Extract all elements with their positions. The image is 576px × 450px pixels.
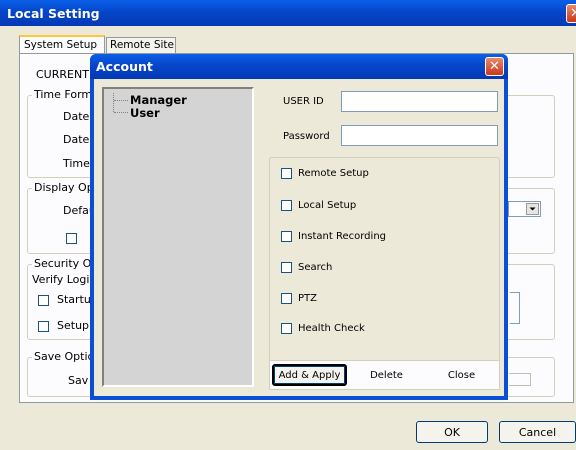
date-label-2: Date — [63, 133, 90, 146]
time-format-label: Time Form — [32, 88, 95, 101]
setup-checkbox[interactable] — [38, 321, 49, 332]
tree-item-user[interactable]: User — [130, 106, 160, 120]
tab-system-setup[interactable]: System Setup — [19, 35, 105, 54]
save-label: Sav — [68, 374, 89, 387]
perm-ptz[interactable]: PTZ — [281, 293, 317, 304]
perm-label: Local Setup — [298, 200, 357, 211]
time-label: Time — [63, 157, 90, 170]
password-label: Password — [283, 131, 330, 142]
dialog-close-icon[interactable]: ✕ — [485, 57, 504, 76]
add-apply-button[interactable]: Add & Apply — [272, 364, 347, 386]
startup-checkbox[interactable] — [38, 295, 49, 306]
window-title: Local Setting — [7, 6, 100, 21]
checkbox[interactable] — [281, 323, 292, 334]
perm-local-setup[interactable]: Local Setup — [281, 200, 356, 211]
security-options-label: Security O — [32, 257, 94, 270]
checkbox[interactable] — [281, 293, 292, 304]
close-icon[interactable]: ✕ — [566, 4, 576, 23]
tree-line-vertical — [113, 93, 114, 112]
user-id-label: USER ID — [283, 96, 324, 107]
checkbox[interactable] — [281, 231, 292, 242]
display-dropdown[interactable] — [508, 201, 541, 217]
date-label-1: Date — [63, 110, 90, 123]
checkbox[interactable] — [281, 262, 292, 273]
checkbox[interactable] — [281, 168, 292, 179]
perm-instant-recording[interactable]: Instant Recording — [281, 231, 386, 242]
dialog-title-bar: Account ✕ — [90, 54, 508, 79]
perm-label: Health Check — [298, 323, 365, 334]
tree-item-manager[interactable]: Manager — [130, 93, 187, 107]
save-slider-track[interactable] — [509, 373, 531, 386]
perm-health-check[interactable]: Health Check — [281, 323, 365, 334]
title-bar: Local Setting ✕ — [0, 0, 576, 26]
account-tree[interactable]: Manager User — [102, 87, 254, 387]
cancel-button[interactable]: Cancel — [499, 421, 576, 443]
checkbox[interactable] — [281, 200, 292, 211]
current-label: CURRENT — [36, 68, 89, 81]
setup-label: Setup — [57, 319, 90, 332]
dialog-title: Account — [96, 59, 153, 74]
verify-login-label: Verify Logi — [32, 273, 90, 286]
security-side-button[interactable] — [510, 292, 520, 324]
account-dialog: Account ✕ Manager User USER ID Password … — [90, 54, 508, 400]
tab-remote-site[interactable]: Remote Site — [106, 37, 176, 54]
display-checkbox[interactable] — [66, 233, 77, 244]
perm-label: Remote Setup — [298, 168, 369, 179]
tab-label: Remote Site — [110, 39, 175, 51]
tab-label: System Setup — [24, 39, 98, 51]
startup-label: Startu — [57, 293, 91, 306]
close-button: Close — [447, 369, 476, 381]
perm-label: Instant Recording — [298, 231, 386, 242]
perm-remote-setup[interactable]: Remote Setup — [281, 168, 369, 179]
ok-button[interactable]: OK — [416, 421, 488, 443]
tree-line-h1 — [114, 100, 128, 101]
dialog-body: Manager User USER ID Password Remote Set… — [94, 79, 504, 396]
delete-button: Delete — [370, 369, 403, 381]
chevron-down-icon — [526, 203, 539, 215]
perm-label: Search — [298, 262, 333, 273]
save-options-label: Save Optic — [32, 350, 96, 363]
perm-label: PTZ — [298, 293, 317, 304]
tree-line-h2 — [114, 112, 128, 113]
user-id-input[interactable] — [341, 91, 498, 112]
password-input[interactable] — [341, 125, 498, 146]
perm-search[interactable]: Search — [281, 262, 332, 273]
display-options-label: Display Op — [32, 181, 96, 194]
